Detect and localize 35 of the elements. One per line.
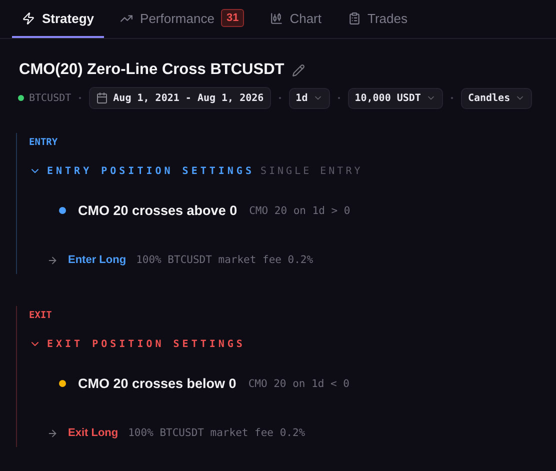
calendar-icon bbox=[96, 92, 108, 104]
settings-header[interactable]: ENTRY POSITION SETTINGS SINGLE ENTRY bbox=[29, 165, 556, 177]
separator-dot bbox=[79, 97, 82, 99]
date-range-picker[interactable]: Aug 1, 2021 - Aug 1, 2026 bbox=[89, 87, 271, 109]
clipboard-icon bbox=[348, 12, 360, 24]
tab[interactable]: Performance 31 bbox=[110, 0, 254, 38]
arrow-right-icon bbox=[47, 428, 58, 438]
condition-expression: CMO 20 on 1d < 0 bbox=[248, 378, 350, 390]
status-dot bbox=[18, 95, 24, 101]
symbol-label: BTCUSDT bbox=[29, 92, 72, 104]
count-badge: 31 bbox=[221, 9, 244, 27]
tab[interactable]: Trades bbox=[338, 0, 418, 38]
interval-select[interactable]: 1d bbox=[288, 88, 330, 108]
arrow-right-icon bbox=[47, 254, 58, 266]
edit-icon[interactable] bbox=[292, 64, 306, 76]
settings-header[interactable]: EXIT POSITION SETTINGS bbox=[29, 338, 556, 350]
action-label: Enter Long bbox=[68, 254, 126, 266]
condition-title: CMO 20 crosses below 0 bbox=[78, 376, 236, 391]
action-label: Exit Long bbox=[68, 427, 118, 439]
tab[interactable]: Chart bbox=[260, 0, 332, 38]
tab[interactable]: Strategy bbox=[12, 0, 104, 38]
lightning-icon bbox=[22, 12, 35, 24]
condition-title: CMO 20 crosses above 0 bbox=[78, 203, 238, 218]
condition-expression: CMO 20 on 1d > 0 bbox=[249, 204, 350, 216]
section-label: EXIT bbox=[29, 310, 53, 321]
section-label: ENTRY bbox=[29, 137, 59, 148]
capital-select[interactable]: 10,000 USDT bbox=[348, 88, 443, 108]
strategy-title: CMO(20) Zero-Line Cross BTCUSDT bbox=[19, 61, 284, 79]
separator-dot bbox=[278, 97, 281, 99]
candlestick-chart-icon bbox=[270, 12, 283, 24]
action-detail: 100% BTCUSDT market fee 0.2% bbox=[136, 254, 314, 266]
separator-dot bbox=[338, 97, 340, 99]
action-detail: 100% BTCUSDT market fee 0.2% bbox=[128, 427, 306, 439]
separator-dot bbox=[450, 97, 453, 99]
view-select[interactable]: Candles bbox=[460, 88, 532, 108]
